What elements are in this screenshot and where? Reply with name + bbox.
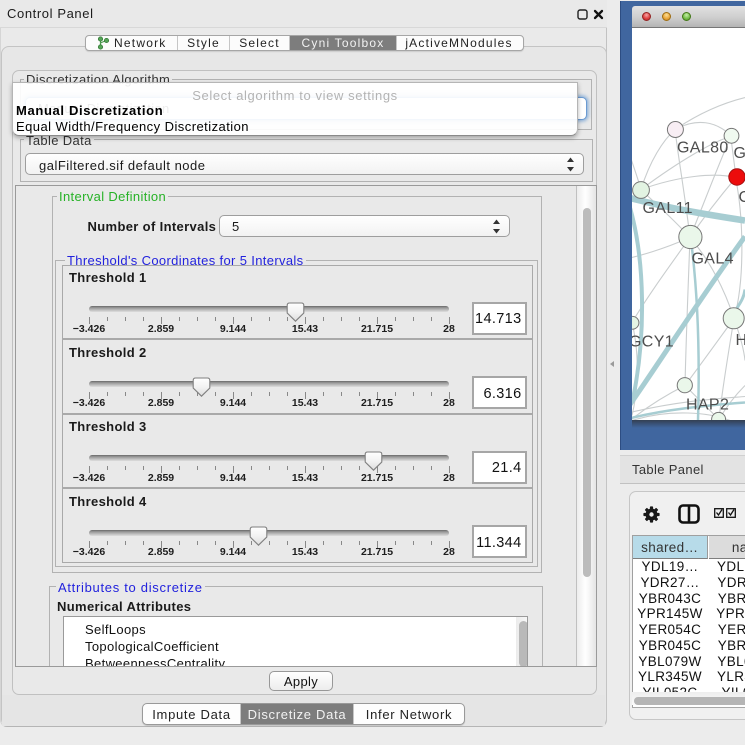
svg-text:GAL4: GAL4 [692,250,734,267]
svg-text:G..: G.. [734,145,745,162]
svg-text:HAP2: HAP2 [686,396,729,413]
svg-text:C.: C. [739,189,745,206]
svg-text:GAL11: GAL11 [643,200,693,217]
svg-text:GAL80: GAL80 [677,139,729,156]
svg-text:GCY1: GCY1 [632,333,674,350]
svg-text:H: H [736,332,745,349]
